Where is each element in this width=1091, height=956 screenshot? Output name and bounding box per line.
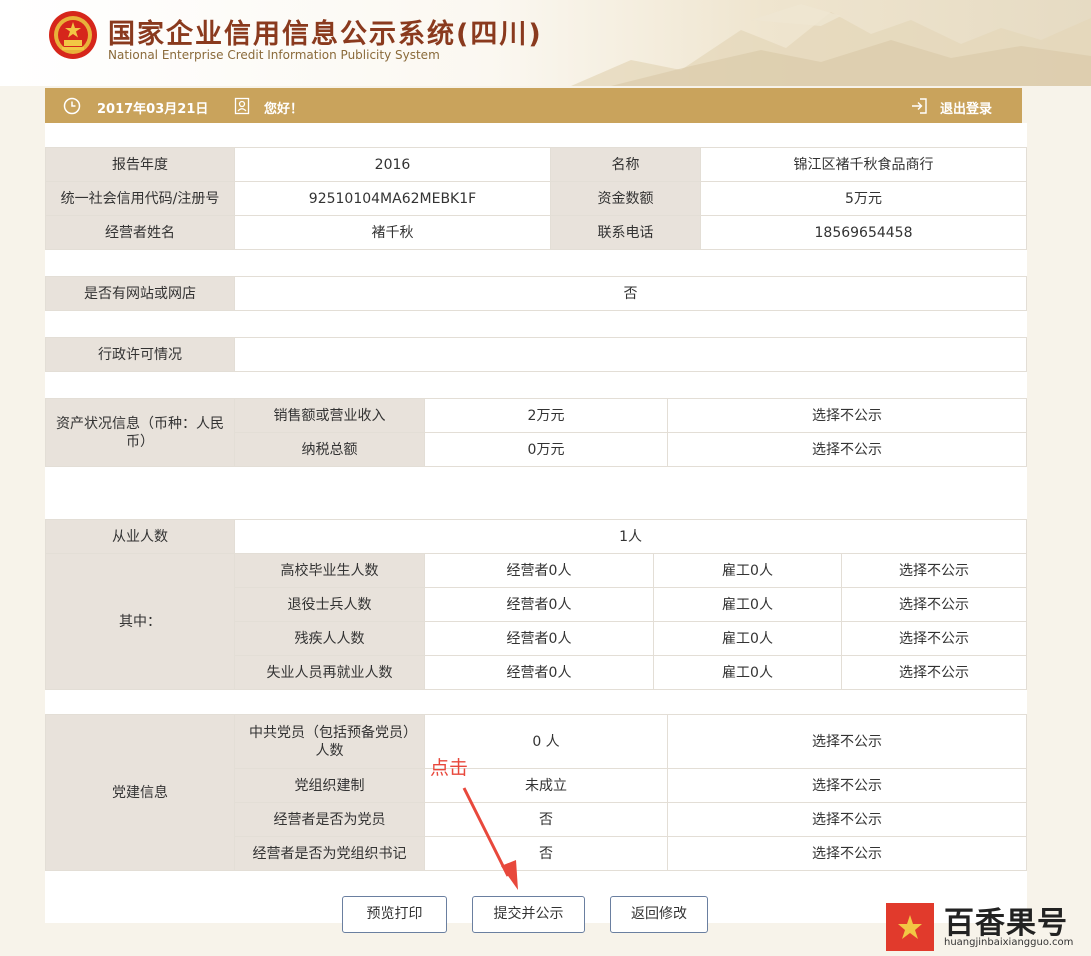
back-edit-button[interactable]: 返回修改 — [610, 896, 708, 933]
veterans-staff: 雇工0人 — [653, 587, 842, 622]
watermark-logo-icon — [886, 903, 934, 951]
site-subtitle: National Enterprise Credit Information P… — [108, 48, 440, 62]
reemployed-staff: 雇工0人 — [653, 655, 842, 690]
table-row: 报告年度 2016 名称 锦江区褚千秋食品商行 — [45, 147, 1027, 182]
party-label: 党建信息 — [45, 714, 235, 871]
table-row: 行政许可情况 — [45, 337, 1027, 372]
reemployed-operator: 经营者0人 — [424, 655, 654, 690]
top-bar: 2017年03月21日 您好！ 退出登录 — [45, 88, 1022, 123]
graduates-operator: 经营者0人 — [424, 553, 654, 588]
table-row: 从业人数 1人 — [45, 519, 1028, 554]
graduates-label: 高校毕业生人数 — [234, 553, 425, 588]
tax-visibility: 选择不公示 — [667, 432, 1027, 467]
capital-value: 5万元 — [700, 181, 1027, 216]
assets-label: 资产状况信息（币种：人民币） — [45, 398, 235, 467]
graduates-visibility: 选择不公示 — [840, 553, 1028, 588]
website-value: 否 — [234, 276, 1027, 311]
operator-secretary-label: 经营者是否为党组织书记 — [234, 836, 425, 871]
logout-link[interactable]: 退出登录 — [940, 98, 992, 117]
party-table: 党建信息 中共党员（包括预备党员）人数 0 人 选择不公示 党组织建制 未成立 … — [45, 714, 1027, 871]
reemployed-visibility: 选择不公示 — [840, 655, 1028, 690]
table-row: 统一社会信用代码/注册号 92510104MA62MEBK1F 资金数额 5万元 — [45, 181, 1027, 216]
arrow-annotation-icon — [462, 787, 518, 890]
tax-value: 0万元 — [424, 432, 668, 467]
party-members-label: 中共党员（包括预备党员）人数 — [234, 714, 425, 769]
mountain-background — [571, 4, 1091, 86]
table-row: 经营者姓名 褚千秋 联系电话 18569654458 — [45, 215, 1027, 250]
disabled-label: 残疾人人数 — [234, 621, 425, 656]
license-table: 行政许可情况 — [45, 337, 1027, 372]
report-year-value: 2016 — [234, 147, 551, 182]
employees-value: 1人 — [233, 519, 1028, 554]
website-label: 是否有网站或网店 — [45, 276, 235, 311]
operator-name-value: 褚千秋 — [234, 215, 551, 250]
basic-info-table: 报告年度 2016 名称 锦江区褚千秋食品商行 统一社会信用代码/注册号 925… — [45, 147, 1027, 250]
company-name-value: 锦江区褚千秋食品商行 — [700, 147, 1027, 182]
watermark-url: huangjinbaixiangguo.com — [944, 937, 1074, 948]
national-emblem-icon — [49, 11, 97, 59]
assets-table: 资产状况信息（币种：人民币） 销售额或营业收入 2万元 选择不公示 纳税总额 0… — [45, 398, 1027, 467]
veterans-visibility: 选择不公示 — [840, 587, 1028, 622]
graduates-staff: 雇工0人 — [653, 553, 842, 588]
table-row: 其中： 高校毕业生人数 经营者0人 雇工0人 选择不公示 — [45, 553, 1028, 690]
party-org-label: 党组织建制 — [234, 768, 425, 803]
table-row: 是否有网站或网店 否 — [45, 276, 1027, 311]
operator-secretary-visibility: 选择不公示 — [667, 836, 1027, 871]
site-title: 国家企业信用信息公示系统(四川) — [108, 19, 543, 50]
sales-value: 2万元 — [424, 398, 668, 433]
watermark-name: 百香果号 — [944, 906, 1068, 941]
logout-icon[interactable] — [910, 97, 928, 115]
credit-code-value: 92510104MA62MEBK1F — [234, 181, 551, 216]
report-year-label: 报告年度 — [45, 147, 235, 182]
veterans-label: 退役士兵人数 — [234, 587, 425, 622]
phone-value: 18569654458 — [700, 215, 1027, 250]
employees-sub-label: 其中： — [45, 553, 235, 690]
preview-print-button[interactable]: 预览打印 — [342, 896, 447, 933]
current-date: 2017年03月21日 — [97, 102, 209, 117]
employees-label: 从业人数 — [45, 519, 235, 554]
employees-table: 从业人数 1人 其中： 高校毕业生人数 经营者0人 雇工0人 选择不公示 退役士… — [45, 519, 1028, 690]
site-header: 国家企业信用信息公示系统(四川) National Enterprise Cre… — [0, 0, 1091, 86]
license-label: 行政许可情况 — [45, 337, 235, 372]
phone-label: 联系电话 — [550, 215, 701, 250]
operator-party-member-visibility: 选择不公示 — [667, 802, 1027, 837]
submit-publish-button[interactable]: 提交并公示 — [472, 896, 585, 933]
credit-code-label: 统一社会信用代码/注册号 — [45, 181, 235, 216]
click-annotation: 点击 — [430, 757, 469, 779]
table-row: 资产状况信息（币种：人民币） 销售额或营业收入 2万元 选择不公示 — [45, 398, 1027, 467]
table-row: 党建信息 中共党员（包括预备党员）人数 0 人 选择不公示 — [45, 714, 1027, 871]
clock-icon — [63, 97, 81, 115]
reemployed-label: 失业人员再就业人数 — [234, 655, 425, 690]
disabled-staff: 雇工0人 — [653, 621, 842, 656]
greeting: 您好！ — [264, 102, 304, 117]
license-value — [234, 337, 1027, 372]
user-icon — [234, 97, 250, 115]
veterans-operator: 经营者0人 — [424, 587, 654, 622]
operator-party-member-label: 经营者是否为党员 — [234, 802, 425, 837]
website-table: 是否有网站或网店 否 — [45, 276, 1027, 311]
sales-visibility: 选择不公示 — [667, 398, 1027, 433]
operator-name-label: 经营者姓名 — [45, 215, 235, 250]
capital-label: 资金数额 — [550, 181, 701, 216]
disabled-visibility: 选择不公示 — [840, 621, 1028, 656]
party-members-visibility: 选择不公示 — [667, 714, 1027, 769]
company-name-label: 名称 — [550, 147, 701, 182]
tax-label: 纳税总额 — [234, 432, 425, 467]
sales-label: 销售额或营业收入 — [234, 398, 425, 433]
disabled-operator: 经营者0人 — [424, 621, 654, 656]
party-org-visibility: 选择不公示 — [667, 768, 1027, 803]
